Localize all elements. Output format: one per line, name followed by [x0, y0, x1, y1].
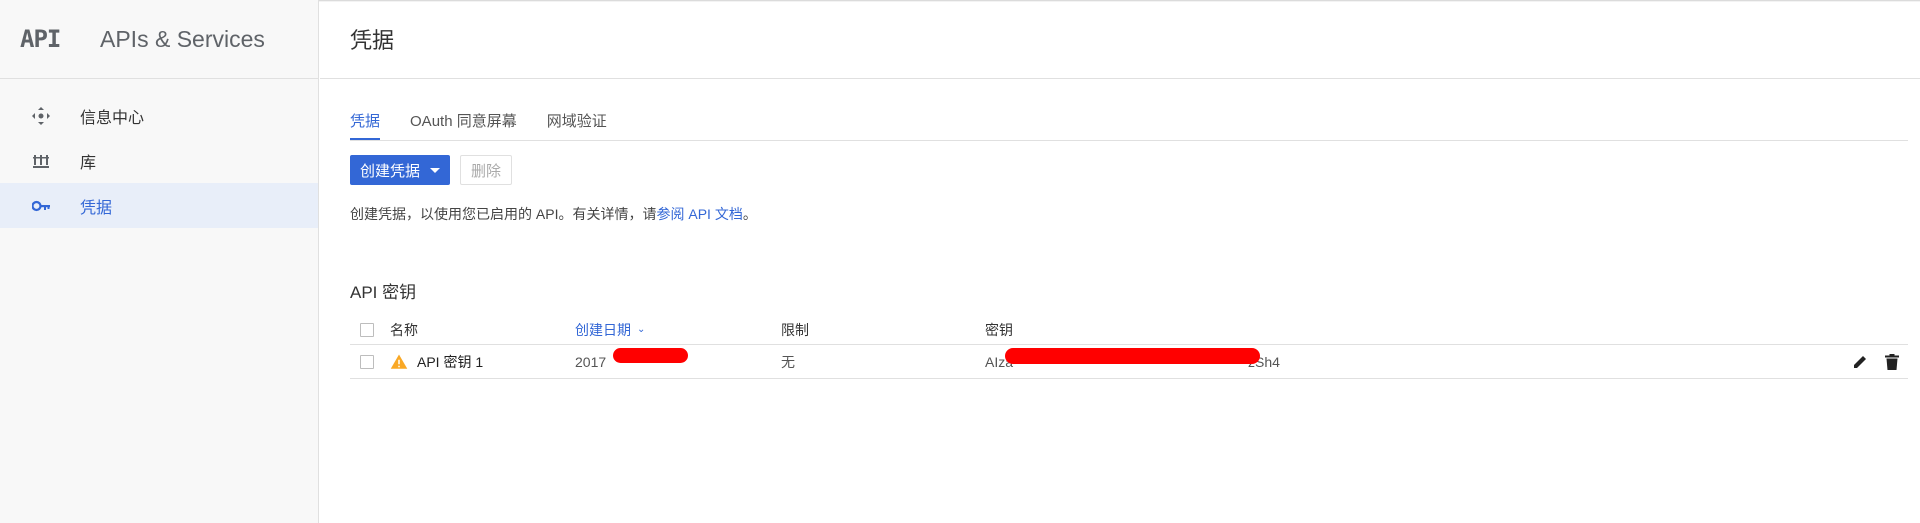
api-key-date: 2017 — [575, 353, 607, 370]
sidebar: API APIs & Services 信息中心 库 凭据 — [0, 0, 319, 523]
tab-credentials[interactable]: 凭据 — [350, 110, 381, 140]
redaction-mark — [1005, 347, 1260, 364]
tab-bar: 凭据 OAuth 同意屏幕 网域验证 — [350, 79, 1908, 141]
column-date-sort[interactable]: 创建日期 ⌄ — [575, 320, 645, 340]
api-docs-link[interactable]: 参阅 API 文档 — [656, 206, 742, 222]
select-all-checkbox[interactable] — [360, 322, 374, 337]
table-row[interactable]: API 密钥 1 2017 无 AIza zSh4 — [350, 345, 1908, 379]
delete-button[interactable]: 删除 — [460, 155, 513, 185]
toolbar: 创建凭据 删除 — [350, 155, 1908, 185]
api-keys-title: API 密钥 — [350, 283, 417, 302]
description: 创建凭据，以使用您已启用的 API。有关详情，请参阅 API 文档。 — [350, 204, 1908, 224]
edit-icon[interactable] — [1850, 352, 1870, 372]
api-key-limit: 无 — [781, 353, 795, 370]
sidebar-item-dashboard[interactable]: 信息中心 — [0, 93, 318, 138]
sidebar-item-credentials[interactable]: 凭据 — [0, 183, 318, 228]
row-checkbox[interactable] — [360, 354, 374, 369]
warning-icon — [390, 354, 408, 369]
tab-oauth-consent[interactable]: OAuth 同意屏幕 — [410, 110, 517, 140]
table-header: 名称 创建日期 ⌄ 限制 密钥 — [350, 315, 1908, 345]
sidebar-nav: 信息中心 库 凭据 — [0, 79, 318, 228]
dashboard-icon — [29, 104, 53, 128]
api-key-name-link[interactable]: API 密钥 1 — [417, 352, 483, 372]
delete-icon[interactable] — [1882, 352, 1902, 372]
tab-domain-verification[interactable]: 网域验证 — [547, 110, 607, 140]
brand: API APIs & Services — [0, 0, 318, 79]
key-icon — [29, 194, 53, 218]
redaction-mark — [613, 347, 688, 363]
sidebar-item-label: 信息中心 — [80, 109, 145, 127]
sidebar-item-label: 凭据 — [80, 199, 113, 217]
library-icon — [29, 149, 53, 173]
description-text: 创建凭据，以使用您已启用的 API。有关详情，请 — [350, 206, 657, 222]
description-suffix: 。 — [742, 206, 757, 222]
app-title[interactable]: APIs & Services — [100, 26, 265, 53]
column-name: 名称 — [390, 321, 418, 338]
main-panel: 凭据 凭据 OAuth 同意屏幕 网域验证 创建凭据 删除 创建凭据，以使用您已… — [320, 0, 1920, 523]
create-credentials-label: 创建凭据 — [360, 162, 421, 180]
create-credentials-button[interactable]: 创建凭据 — [350, 155, 451, 185]
column-limit: 限制 — [781, 321, 809, 338]
caret-down-icon — [430, 167, 441, 173]
api-keys-table: 名称 创建日期 ⌄ 限制 密钥 API 密钥 1 2017 无 AIza zSh… — [350, 315, 1908, 379]
column-key: 密钥 — [985, 321, 1013, 338]
sidebar-item-library[interactable]: 库 — [0, 138, 318, 183]
page-title: 凭据 — [320, 0, 1920, 79]
content: 凭据 OAuth 同意屏幕 网域验证 创建凭据 删除 创建凭据，以使用您已启用的… — [350, 79, 1908, 379]
api-key-value: AIza zSh4 — [985, 347, 1828, 370]
sidebar-item-label: 库 — [80, 154, 97, 172]
column-date-label: 创建日期 — [575, 321, 631, 338]
api-logo: API — [20, 25, 61, 53]
sort-chevron-icon: ⌄ — [637, 324, 646, 335]
